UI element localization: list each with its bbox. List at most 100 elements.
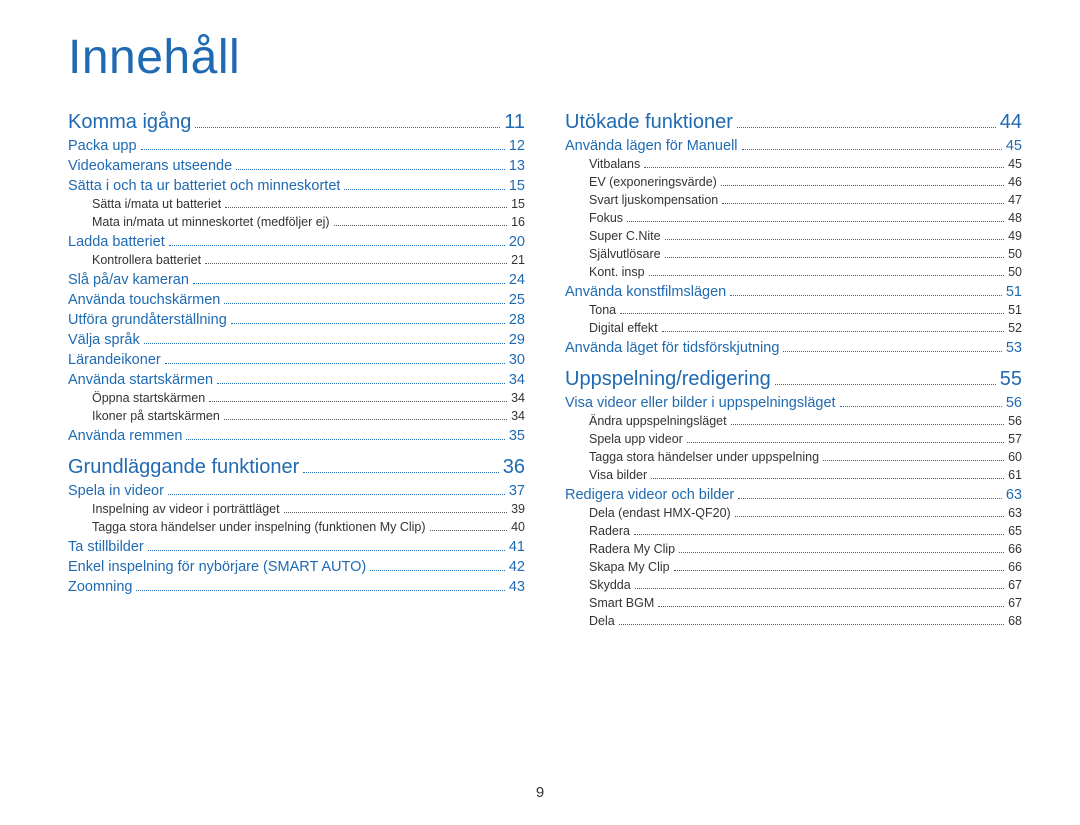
toc-entry[interactable]: Kontrollera batteriet21 bbox=[68, 253, 525, 268]
toc-entry[interactable]: Radera65 bbox=[565, 524, 1022, 539]
toc-entry[interactable]: Utföra grundåterställning28 bbox=[68, 312, 525, 328]
toc-entry[interactable]: Dela (endast HMX-QF20)63 bbox=[565, 506, 1022, 521]
toc-entry[interactable]: Självutlösare50 bbox=[565, 247, 1022, 262]
toc-entry-label: Radera bbox=[589, 524, 630, 538]
toc-entry-label: Visa bilder bbox=[589, 468, 647, 482]
toc-leader-dots bbox=[738, 490, 1002, 499]
toc-entry[interactable]: Digital effekt52 bbox=[565, 321, 1022, 336]
toc-entry-page: 47 bbox=[1008, 193, 1022, 207]
toc-entry-label: Komma igång bbox=[68, 111, 191, 134]
toc-entry[interactable]: Zoomning43 bbox=[68, 579, 525, 595]
toc-entry[interactable]: Visa videor eller bilder i uppspelningsl… bbox=[565, 395, 1022, 411]
toc-entry[interactable]: Använda läget för tidsförskjutning53 bbox=[565, 340, 1022, 356]
toc-entry-page: 25 bbox=[509, 292, 525, 308]
toc-entry[interactable]: Ikoner på startskärmen34 bbox=[68, 409, 525, 424]
toc-entry[interactable]: Använda startskärmen34 bbox=[68, 372, 525, 388]
toc-entry-label: Använda läget för tidsförskjutning bbox=[565, 340, 779, 356]
toc-leader-dots bbox=[687, 435, 1004, 443]
toc-entry-label: Slå på/av kameran bbox=[68, 272, 189, 288]
toc-entry[interactable]: Sätta i/mata ut batteriet15 bbox=[68, 197, 525, 212]
toc-entry[interactable]: Tona51 bbox=[565, 303, 1022, 318]
toc-entry[interactable]: Skapa My Clip66 bbox=[565, 560, 1022, 575]
toc-entry[interactable]: Vitbalans45 bbox=[565, 157, 1022, 172]
toc-entry[interactable]: Sätta i och ta ur batteriet och minnesko… bbox=[68, 178, 525, 194]
toc-entry[interactable]: Välja språk29 bbox=[68, 332, 525, 348]
toc-leader-dots bbox=[775, 373, 996, 385]
toc-entry-label: Använda touchskärmen bbox=[68, 292, 220, 308]
toc-entry-label: Dela (endast HMX-QF20) bbox=[589, 506, 731, 520]
toc-entry-label: Smart BGM bbox=[589, 596, 654, 610]
toc-entry[interactable]: Spela upp videor57 bbox=[565, 432, 1022, 447]
toc-entry-page: 41 bbox=[509, 539, 525, 555]
toc-entry[interactable]: Videokamerans utseende13 bbox=[68, 158, 525, 174]
page-container: Innehåll Komma igång11Packa upp12Videoka… bbox=[0, 0, 1080, 825]
toc-entry-page: 44 bbox=[1000, 111, 1022, 134]
toc-entry[interactable]: Utökade funktioner44 bbox=[565, 111, 1022, 134]
toc-entry[interactable]: Använda konstfilmslägen51 bbox=[565, 284, 1022, 300]
toc-entry[interactable]: Smart BGM 67 bbox=[565, 596, 1022, 611]
toc-entry-label: Radera My Clip bbox=[589, 542, 675, 556]
toc-entry-label: Sätta i och ta ur batteriet och minnesko… bbox=[68, 178, 340, 194]
toc-entry[interactable]: Tagga stora händelser under inspelning (… bbox=[68, 520, 525, 535]
toc-leader-dots bbox=[165, 355, 505, 364]
toc-leader-dots bbox=[742, 141, 1002, 150]
toc-entry[interactable]: Ta stillbilder 41 bbox=[68, 539, 525, 555]
toc-entry-page: 61 bbox=[1008, 468, 1022, 482]
toc-entry-label: Ta stillbilder bbox=[68, 539, 144, 555]
page-number: 9 bbox=[0, 784, 1080, 801]
toc-entry[interactable]: Super C.Nite49 bbox=[565, 229, 1022, 244]
toc-leader-dots bbox=[231, 315, 505, 324]
toc-entry-page: 34 bbox=[511, 391, 525, 405]
toc-entry-label: Ändra uppspelningsläget bbox=[589, 414, 727, 428]
toc-leader-dots bbox=[679, 545, 1004, 553]
toc-entry[interactable]: Radera My Clip66 bbox=[565, 542, 1022, 557]
toc-entry-label: Redigera videor och bilder bbox=[565, 487, 734, 503]
toc-entry[interactable]: Ändra uppspelningsläget56 bbox=[565, 414, 1022, 429]
toc-entry-page: 50 bbox=[1008, 265, 1022, 279]
toc-entry-page: 55 bbox=[1000, 368, 1022, 391]
toc-entry[interactable]: Enkel inspelning för nybörjare (SMART AU… bbox=[68, 559, 525, 575]
toc-leader-dots bbox=[644, 160, 1004, 168]
toc-entry[interactable]: Fokus48 bbox=[565, 211, 1022, 226]
toc-entry-page: 63 bbox=[1006, 487, 1022, 503]
toc-entry-label: Utföra grundåterställning bbox=[68, 312, 227, 328]
toc-leader-dots bbox=[649, 268, 1005, 276]
toc-leader-dots bbox=[209, 394, 507, 402]
toc-entry[interactable]: Öppna startskärmen34 bbox=[68, 391, 525, 406]
toc-entry[interactable]: Redigera videor och bilder 63 bbox=[565, 487, 1022, 503]
toc-entry[interactable]: Kont. insp50 bbox=[565, 265, 1022, 280]
toc-entry[interactable]: Dela68 bbox=[565, 614, 1022, 629]
toc-entry-label: Dela bbox=[589, 614, 615, 628]
toc-entry-label: Spela upp videor bbox=[589, 432, 683, 446]
toc-entry[interactable]: Spela in videor37 bbox=[68, 483, 525, 499]
toc-leader-dots bbox=[635, 581, 1004, 589]
toc-leader-dots bbox=[370, 562, 505, 571]
toc-entry[interactable]: Mata in/mata ut minneskortet (medföljer … bbox=[68, 215, 525, 230]
toc-entry[interactable]: EV (exponeringsvärde)46 bbox=[565, 175, 1022, 190]
toc-leader-dots bbox=[731, 417, 1004, 425]
toc-entry[interactable]: Svart ljuskompensation47 bbox=[565, 193, 1022, 208]
toc-entry[interactable]: Ladda batteriet20 bbox=[68, 234, 525, 250]
toc-entry[interactable]: Använda touchskärmen 25 bbox=[68, 292, 525, 308]
toc-entry-page: 50 bbox=[1008, 247, 1022, 261]
toc-column-left: Komma igång11 Packa upp12 Videokamerans ut… bbox=[68, 99, 525, 632]
toc-entry-label: Visa videor eller bilder i uppspelningsl… bbox=[565, 395, 836, 411]
toc-entry[interactable]: Slå på/av kameran24 bbox=[68, 272, 525, 288]
toc-entry[interactable]: Använda lägen för Manuell45 bbox=[565, 138, 1022, 154]
toc-entry-page: 67 bbox=[1008, 596, 1022, 610]
toc-entry[interactable]: Använda remmen35 bbox=[68, 428, 525, 444]
toc-entry[interactable]: Uppspelning/redigering55 bbox=[565, 368, 1022, 391]
toc-entry[interactable]: Tagga stora händelser under uppspelning6… bbox=[565, 450, 1022, 465]
toc-entry[interactable]: Grundläggande funktioner36 bbox=[68, 456, 525, 479]
toc-entry[interactable]: Lärandeikoner30 bbox=[68, 352, 525, 368]
toc-entry[interactable]: Komma igång11 bbox=[68, 111, 525, 134]
toc-leader-dots bbox=[303, 461, 498, 473]
toc-entry[interactable]: Skydda67 bbox=[565, 578, 1022, 593]
toc-entry[interactable]: Packa upp12 bbox=[68, 138, 525, 154]
toc-entry[interactable]: Inspelning av videor i porträttläget39 bbox=[68, 502, 525, 517]
toc-leader-dots bbox=[205, 256, 507, 264]
toc-leader-dots bbox=[619, 617, 1004, 625]
toc-leader-dots bbox=[665, 232, 1005, 240]
toc-entry-label: Tagga stora händelser under inspelning (… bbox=[92, 520, 426, 534]
toc-entry[interactable]: Visa bilder 61 bbox=[565, 468, 1022, 483]
